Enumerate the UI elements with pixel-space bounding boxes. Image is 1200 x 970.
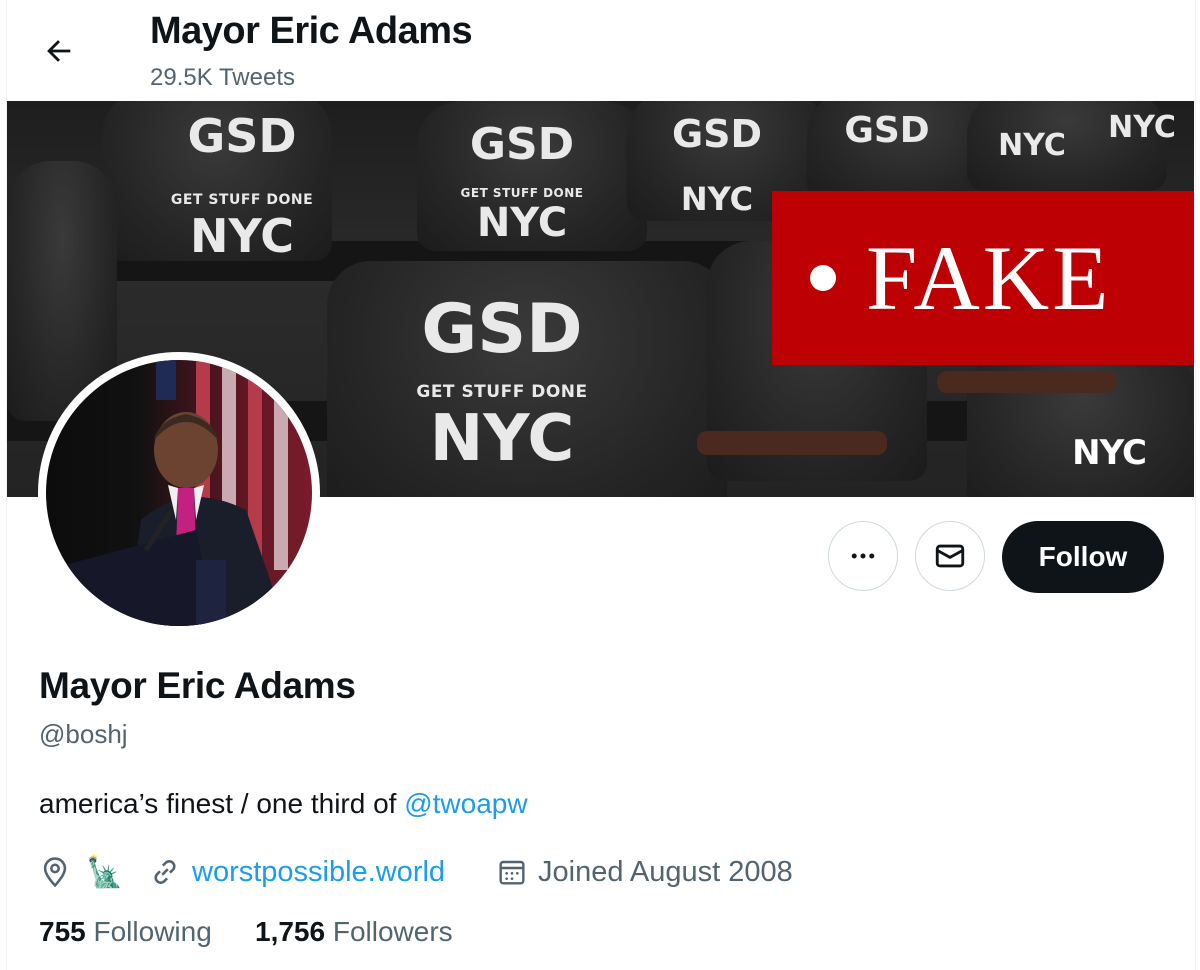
avatar-image <box>46 360 312 626</box>
link-icon <box>154 860 176 884</box>
followers-count: 1,756 <box>255 916 326 947</box>
shirt-print-big: GSD <box>187 109 297 163</box>
shirt-print-big: GSD <box>421 290 583 369</box>
follow-button[interactable]: Follow <box>1002 521 1164 593</box>
fake-label-overlay: FAKE <box>772 191 1194 365</box>
bullet-icon <box>810 265 836 291</box>
following-count: 755 <box>39 916 86 947</box>
following-count-link[interactable]: 755 Following <box>39 916 212 948</box>
shirt-print: NYC <box>1097 113 1187 143</box>
profile-joined: Joined August 2008 <box>496 850 793 894</box>
shirt-print: NYC <box>977 131 1087 161</box>
bio-text: america’s finest / one third of <box>39 788 405 819</box>
envelope-icon <box>935 544 965 568</box>
profile-name: Mayor Eric Adams <box>39 665 356 706</box>
more-horizontal-icon <box>851 553 875 559</box>
profile-bio: america’s finest / one third of @twoapw <box>39 788 528 820</box>
bio-mention-link[interactable]: @twoapw <box>404 788 527 819</box>
shirt-print-city: NYC <box>1108 110 1176 145</box>
shirt-print-city: NYC <box>680 180 754 218</box>
shirt-print: GSD GET STUFF DONE NYC <box>447 119 597 246</box>
followers-label: Followers <box>332 916 453 947</box>
avatar[interactable] <box>38 352 320 634</box>
avatar-portrait <box>46 360 288 626</box>
shirt-print-city: NYC <box>476 200 568 246</box>
shirt-print-small: GET STUFF DONE <box>170 192 314 208</box>
following-label: Following <box>93 916 212 947</box>
message-button[interactable] <box>915 521 985 591</box>
more-button[interactable] <box>828 521 898 591</box>
shirt-print-city: NYC <box>429 402 575 476</box>
shirt-print-city: NYC <box>998 128 1066 163</box>
shirt-print-big: GSD <box>671 112 763 156</box>
shirt-print-big: GSD <box>469 119 575 170</box>
shirt-print: GSD GET STUFF DONE NYC <box>157 113 327 259</box>
shirt-print: GSD GET STUFF DONE NYC <box>387 290 617 476</box>
map-pin-icon <box>43 857 67 888</box>
profile-location: 🗽 <box>38 850 123 894</box>
nyc-logo: NYC <box>1072 433 1147 473</box>
calendar-icon <box>499 860 525 885</box>
fake-label-text: FAKE <box>866 227 1112 329</box>
tweet-count: 29.5K Tweets <box>150 64 295 91</box>
shirt-print-city: NYC <box>190 209 294 263</box>
shirt-print: GSD <box>827 113 947 149</box>
arrow-left-icon <box>47 40 71 62</box>
shirt-print-small: GET STUFF DONE <box>416 382 588 402</box>
armrest <box>697 431 887 455</box>
back-button[interactable] <box>36 28 82 74</box>
shirt-print: GSD NYC <box>652 115 782 215</box>
profile-website[interactable]: worstpossible.world <box>148 850 445 894</box>
shirt-print-big: GSD <box>844 110 930 151</box>
location-emoji: 🗽 <box>86 854 124 890</box>
profile-handle: @boshj <box>39 719 128 749</box>
followers-count-link[interactable]: 1,756 Followers <box>255 916 453 948</box>
joined-date: Joined August 2008 <box>538 855 793 888</box>
header-title: Mayor Eric Adams <box>150 10 473 52</box>
website-link[interactable]: worstpossible.world <box>192 856 445 889</box>
shirt-print-small: GET STUFF DONE <box>460 186 584 200</box>
armrest <box>937 371 1117 393</box>
